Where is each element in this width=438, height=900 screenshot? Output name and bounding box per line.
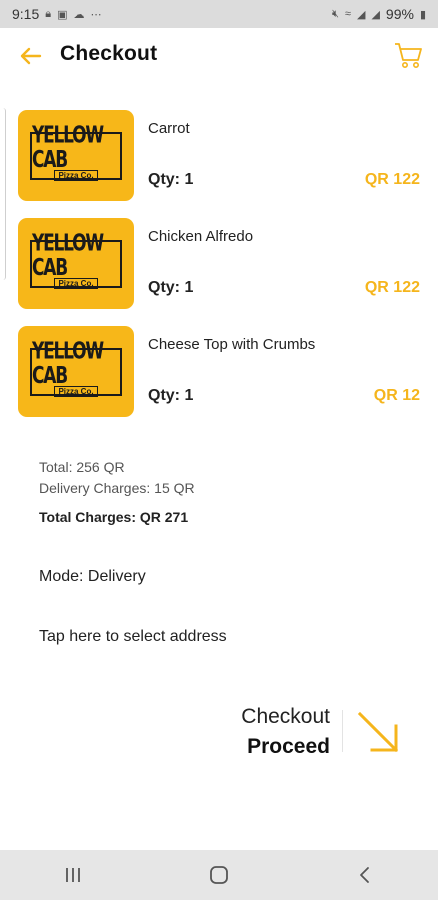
product-image: YELLOW CAB Pizza Co. <box>18 110 134 201</box>
battery-icon: ▮ <box>419 8 426 21</box>
item-name: Chicken Alfredo <box>148 228 254 245</box>
item-qty: Qty: 1 <box>148 279 194 296</box>
wifi-icon: ≈ <box>344 8 351 20</box>
system-nav-bar <box>0 850 438 900</box>
status-left: 9:15 🔒︎ ▣ ☁ ⋯ <box>12 6 102 22</box>
divider <box>342 710 343 752</box>
arrow-down-right-icon[interactable] <box>354 708 404 758</box>
cart-icon[interactable] <box>394 40 422 70</box>
cart-items-list: YELLOW CAB Pizza Co. Carrot Qty: 1 QR 12… <box>0 110 438 434</box>
battery-level: 99% <box>385 6 414 22</box>
brand-logo: YELLOW CAB Pizza Co. <box>30 232 122 289</box>
cart-item: YELLOW CAB Pizza Co. Carrot Qty: 1 QR 12… <box>0 110 438 218</box>
cart-item: YELLOW CAB Pizza Co. Cheese Top with Cru… <box>0 326 438 434</box>
item-qty: Qty: 1 <box>148 171 194 188</box>
signal-icon: ◢ <box>356 8 366 21</box>
status-bar: 9:15 🔒︎ ▣ ☁ ⋯ 🔇︎ ≈ ◢ ◢ 99% ▮ <box>0 0 438 28</box>
product-image: YELLOW CAB Pizza Co. <box>18 218 134 309</box>
back-icon[interactable] <box>345 855 385 895</box>
recent-apps-icon[interactable] <box>53 855 93 895</box>
cart-item: YELLOW CAB Pizza Co. Chicken Alfredo Qty… <box>0 218 438 326</box>
image-icon: ▣ <box>57 8 68 21</box>
item-qty: Qty: 1 <box>148 387 194 404</box>
summary-total-charges: Total Charges: QR 271 <box>39 509 189 525</box>
summary-delivery-charges: Delivery Charges: 15 QR <box>39 480 195 496</box>
app-bar: Checkout <box>0 28 438 88</box>
summary-total: Total: 256 QR <box>39 459 125 475</box>
item-name: Cheese Top with Crumbs <box>148 336 316 353</box>
logo-text: YELLOW CAB <box>32 122 104 174</box>
order-summary: Total: 256 QR Delivery Charges: 15 QR To… <box>39 457 195 525</box>
checkout-proceed-button[interactable]: Checkout Proceed <box>241 704 330 764</box>
mute-icon: 🔇︎ <box>331 7 339 20</box>
brand-logo: YELLOW CAB Pizza Co. <box>30 340 122 397</box>
logo-text: YELLOW CAB <box>32 338 104 390</box>
cloud-icon: ☁ <box>73 8 85 21</box>
item-price: QR 122 <box>364 279 420 296</box>
signal-icon: ◢ <box>371 8 380 21</box>
product-image: YELLOW CAB Pizza Co. <box>18 326 134 417</box>
checkout-label: Checkout <box>241 705 330 728</box>
item-price: QR 12 <box>373 387 420 404</box>
more-icon: ⋯ <box>90 8 102 21</box>
delivery-mode: Mode: Delivery <box>39 568 146 585</box>
status-time: 9:15 <box>12 6 40 22</box>
back-arrow-icon[interactable] <box>18 42 44 70</box>
brand-logo: YELLOW CAB Pizza Co. <box>30 124 122 181</box>
status-right: 🔇︎ ≈ ◢ ◢ 99% ▮ <box>332 6 426 22</box>
select-address-link[interactable]: Tap here to select address <box>39 628 227 646</box>
lock-icon: 🔒︎ <box>45 7 52 20</box>
proceed-label: Proceed <box>247 735 330 758</box>
item-price: QR 122 <box>364 171 420 188</box>
logo-text: YELLOW CAB <box>32 230 104 282</box>
page-title: Checkout <box>60 42 158 65</box>
item-name: Carrot <box>148 120 190 137</box>
home-icon[interactable] <box>199 855 239 895</box>
